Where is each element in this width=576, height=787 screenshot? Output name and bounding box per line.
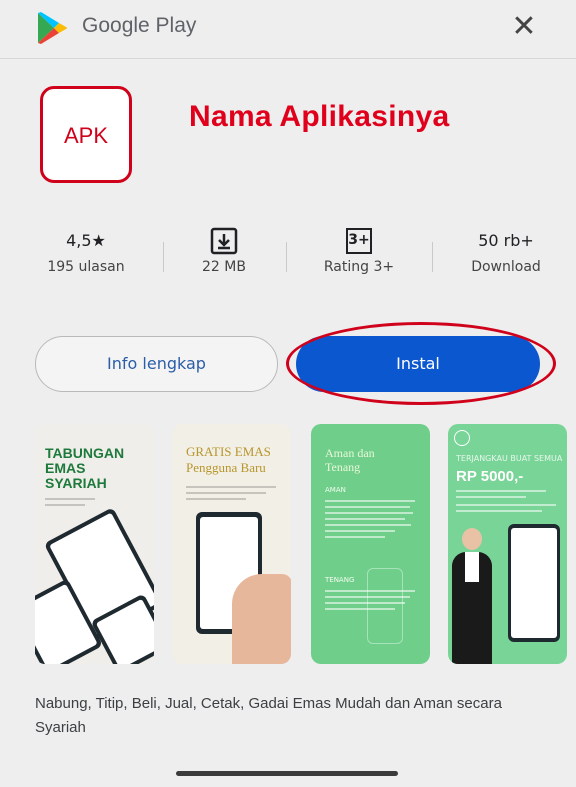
app-description: Nabung, Titip, Beli, Jual, Cetak, Gadai … (35, 695, 502, 736)
review-count: 195 ulasan (47, 259, 125, 275)
stat-divider (286, 242, 287, 272)
content-rating-label: Rating 3+ (323, 259, 395, 275)
download-icon (210, 227, 238, 255)
info-button[interactable]: Info lengkap (35, 336, 278, 392)
screenshot-4-kicker: TERJANGKAU BUAT SEMUA (456, 454, 563, 463)
stat-rating: 4,5★ 195 ulasan (26, 226, 146, 275)
stat-content-rating: 3+ Rating 3+ (299, 226, 419, 275)
screenshot-1[interactable]: TABUNGAN EMAS SYARIAH (35, 424, 154, 664)
app-stats: 4,5★ 195 ulasan 22 MB 3+ Rating 3+ 50 rb… (0, 226, 576, 296)
screenshot-2-heading: GRATIS EMAS Pengguna Baru (186, 444, 271, 475)
home-indicator[interactable] (176, 771, 398, 776)
header-title: Google Play (82, 14, 197, 37)
age-rating-icon: 3+ (346, 228, 372, 254)
google-play-logo-icon (38, 12, 67, 44)
hand-illustration (232, 574, 291, 664)
app-icon-text: APK (63, 123, 109, 148)
download-count: 50 rb+ (478, 231, 534, 250)
rating-value: 4,5★ (66, 231, 106, 250)
screenshot-3[interactable]: Aman dan Tenang AMAN TENANG (311, 424, 430, 664)
stat-downloads: 50 rb+ Download (446, 226, 566, 275)
header-divider (0, 58, 576, 59)
badge-icon (454, 430, 470, 446)
download-label: Download (471, 259, 541, 275)
app-icon: APK (40, 86, 132, 183)
install-button[interactable]: Instal (296, 336, 540, 392)
screenshot-1-heading: TABUNGAN EMAS SYARIAH (45, 445, 125, 491)
app-size: 22 MB (202, 259, 246, 275)
person-illustration (462, 528, 482, 550)
screenshot-4[interactable]: TERJANGKAU BUAT SEMUA RP 5000,- (448, 424, 567, 664)
close-icon[interactable]: ✕ (510, 12, 538, 42)
stat-size: 22 MB (164, 226, 284, 275)
app-name: Nama Aplikasinya (189, 100, 450, 133)
stat-divider (432, 242, 433, 272)
screenshot-2[interactable]: GRATIS EMAS Pengguna Baru (172, 424, 291, 664)
screenshot-3-heading: Aman dan Tenang (325, 446, 375, 474)
screenshot-4-heading: RP 5000,- (456, 468, 524, 485)
header: Google Play ✕ (0, 0, 576, 58)
phone-illustration (508, 524, 560, 642)
